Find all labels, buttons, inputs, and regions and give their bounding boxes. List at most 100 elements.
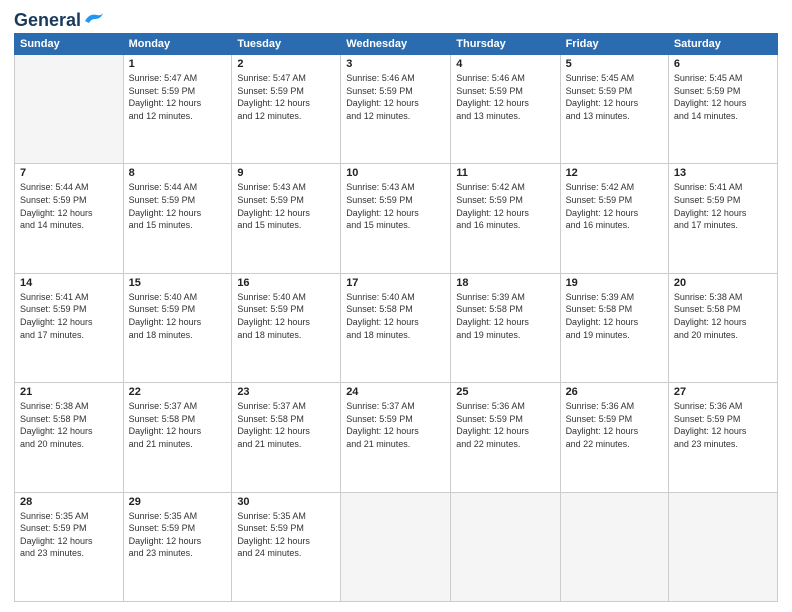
calendar-body: 1 Sunrise: 5:47 AMSunset: 5:59 PMDayligh… [15, 55, 778, 602]
calendar-week-row: 1 Sunrise: 5:47 AMSunset: 5:59 PMDayligh… [15, 55, 778, 164]
day-info: Sunrise: 5:35 AMSunset: 5:59 PMDaylight:… [129, 510, 227, 560]
calendar-cell: 14 Sunrise: 5:41 AMSunset: 5:59 PMDaylig… [15, 273, 124, 382]
day-info: Sunrise: 5:35 AMSunset: 5:59 PMDaylight:… [237, 510, 335, 560]
calendar-cell [668, 492, 777, 601]
day-of-week-header: Sunday [15, 34, 124, 55]
day-info: Sunrise: 5:37 AMSunset: 5:58 PMDaylight:… [129, 400, 227, 450]
calendar-cell: 13 Sunrise: 5:41 AMSunset: 5:59 PMDaylig… [668, 164, 777, 273]
day-number: 26 [566, 386, 663, 398]
day-info: Sunrise: 5:43 AMSunset: 5:59 PMDaylight:… [346, 181, 445, 231]
day-of-week-header: Tuesday [232, 34, 341, 55]
day-info: Sunrise: 5:41 AMSunset: 5:59 PMDaylight:… [20, 291, 118, 341]
day-info: Sunrise: 5:39 AMSunset: 5:58 PMDaylight:… [456, 291, 554, 341]
calendar-cell: 20 Sunrise: 5:38 AMSunset: 5:58 PMDaylig… [668, 273, 777, 382]
day-number: 11 [456, 167, 554, 179]
calendar-cell [341, 492, 451, 601]
day-info: Sunrise: 5:39 AMSunset: 5:58 PMDaylight:… [566, 291, 663, 341]
day-of-week-header: Wednesday [341, 34, 451, 55]
calendar-cell: 4 Sunrise: 5:46 AMSunset: 5:59 PMDayligh… [451, 55, 560, 164]
calendar-cell: 15 Sunrise: 5:40 AMSunset: 5:59 PMDaylig… [123, 273, 232, 382]
day-info: Sunrise: 5:46 AMSunset: 5:59 PMDaylight:… [346, 72, 445, 122]
day-number: 23 [237, 386, 335, 398]
calendar-cell: 17 Sunrise: 5:40 AMSunset: 5:58 PMDaylig… [341, 273, 451, 382]
day-info: Sunrise: 5:36 AMSunset: 5:59 PMDaylight:… [566, 400, 663, 450]
calendar-cell: 2 Sunrise: 5:47 AMSunset: 5:59 PMDayligh… [232, 55, 341, 164]
day-info: Sunrise: 5:43 AMSunset: 5:59 PMDaylight:… [237, 181, 335, 231]
day-number: 15 [129, 277, 227, 289]
calendar-cell: 29 Sunrise: 5:35 AMSunset: 5:59 PMDaylig… [123, 492, 232, 601]
day-number: 3 [346, 58, 445, 70]
day-number: 10 [346, 167, 445, 179]
calendar-table: SundayMondayTuesdayWednesdayThursdayFrid… [14, 33, 778, 602]
day-info: Sunrise: 5:35 AMSunset: 5:59 PMDaylight:… [20, 510, 118, 560]
calendar-cell: 11 Sunrise: 5:42 AMSunset: 5:59 PMDaylig… [451, 164, 560, 273]
day-number: 2 [237, 58, 335, 70]
calendar-cell: 19 Sunrise: 5:39 AMSunset: 5:58 PMDaylig… [560, 273, 668, 382]
day-number: 7 [20, 167, 118, 179]
day-number: 17 [346, 277, 445, 289]
day-info: Sunrise: 5:44 AMSunset: 5:59 PMDaylight:… [129, 181, 227, 231]
day-number: 19 [566, 277, 663, 289]
calendar-cell: 28 Sunrise: 5:35 AMSunset: 5:59 PMDaylig… [15, 492, 124, 601]
day-info: Sunrise: 5:46 AMSunset: 5:59 PMDaylight:… [456, 72, 554, 122]
day-info: Sunrise: 5:42 AMSunset: 5:59 PMDaylight:… [566, 181, 663, 231]
calendar-cell: 7 Sunrise: 5:44 AMSunset: 5:59 PMDayligh… [15, 164, 124, 273]
day-number: 4 [456, 58, 554, 70]
calendar-cell [15, 55, 124, 164]
day-number: 16 [237, 277, 335, 289]
day-number: 24 [346, 386, 445, 398]
calendar-week-row: 14 Sunrise: 5:41 AMSunset: 5:59 PMDaylig… [15, 273, 778, 382]
day-info: Sunrise: 5:40 AMSunset: 5:59 PMDaylight:… [237, 291, 335, 341]
logo: General [14, 10, 105, 27]
day-number: 27 [674, 386, 772, 398]
day-info: Sunrise: 5:44 AMSunset: 5:59 PMDaylight:… [20, 181, 118, 231]
day-of-week-header: Friday [560, 34, 668, 55]
day-info: Sunrise: 5:47 AMSunset: 5:59 PMDaylight:… [129, 72, 227, 122]
day-number: 8 [129, 167, 227, 179]
calendar-cell: 9 Sunrise: 5:43 AMSunset: 5:59 PMDayligh… [232, 164, 341, 273]
day-info: Sunrise: 5:45 AMSunset: 5:59 PMDaylight:… [566, 72, 663, 122]
logo-general: General [14, 10, 81, 31]
day-number: 21 [20, 386, 118, 398]
calendar-cell [451, 492, 560, 601]
day-info: Sunrise: 5:36 AMSunset: 5:59 PMDaylight:… [674, 400, 772, 450]
calendar-week-row: 21 Sunrise: 5:38 AMSunset: 5:58 PMDaylig… [15, 383, 778, 492]
day-number: 22 [129, 386, 227, 398]
day-info: Sunrise: 5:42 AMSunset: 5:59 PMDaylight:… [456, 181, 554, 231]
day-of-week-header: Saturday [668, 34, 777, 55]
calendar-cell: 24 Sunrise: 5:37 AMSunset: 5:59 PMDaylig… [341, 383, 451, 492]
day-number: 9 [237, 167, 335, 179]
day-number: 18 [456, 277, 554, 289]
day-number: 12 [566, 167, 663, 179]
day-info: Sunrise: 5:36 AMSunset: 5:59 PMDaylight:… [456, 400, 554, 450]
calendar-cell: 26 Sunrise: 5:36 AMSunset: 5:59 PMDaylig… [560, 383, 668, 492]
day-info: Sunrise: 5:38 AMSunset: 5:58 PMDaylight:… [20, 400, 118, 450]
calendar-cell: 3 Sunrise: 5:46 AMSunset: 5:59 PMDayligh… [341, 55, 451, 164]
calendar-cell: 18 Sunrise: 5:39 AMSunset: 5:58 PMDaylig… [451, 273, 560, 382]
day-of-week-header: Monday [123, 34, 232, 55]
day-number: 6 [674, 58, 772, 70]
calendar-cell: 6 Sunrise: 5:45 AMSunset: 5:59 PMDayligh… [668, 55, 777, 164]
calendar-cell: 1 Sunrise: 5:47 AMSunset: 5:59 PMDayligh… [123, 55, 232, 164]
calendar-cell: 30 Sunrise: 5:35 AMSunset: 5:59 PMDaylig… [232, 492, 341, 601]
logo-bird-icon [83, 11, 105, 29]
day-of-week-header: Thursday [451, 34, 560, 55]
calendar-cell: 8 Sunrise: 5:44 AMSunset: 5:59 PMDayligh… [123, 164, 232, 273]
calendar-week-row: 28 Sunrise: 5:35 AMSunset: 5:59 PMDaylig… [15, 492, 778, 601]
day-number: 5 [566, 58, 663, 70]
calendar-cell: 12 Sunrise: 5:42 AMSunset: 5:59 PMDaylig… [560, 164, 668, 273]
calendar-week-row: 7 Sunrise: 5:44 AMSunset: 5:59 PMDayligh… [15, 164, 778, 273]
calendar-cell [560, 492, 668, 601]
day-number: 25 [456, 386, 554, 398]
calendar-cell: 16 Sunrise: 5:40 AMSunset: 5:59 PMDaylig… [232, 273, 341, 382]
header: General [14, 10, 778, 27]
calendar-cell: 10 Sunrise: 5:43 AMSunset: 5:59 PMDaylig… [341, 164, 451, 273]
day-number: 30 [237, 496, 335, 508]
day-info: Sunrise: 5:40 AMSunset: 5:58 PMDaylight:… [346, 291, 445, 341]
day-number: 13 [674, 167, 772, 179]
day-number: 14 [20, 277, 118, 289]
day-info: Sunrise: 5:47 AMSunset: 5:59 PMDaylight:… [237, 72, 335, 122]
day-info: Sunrise: 5:38 AMSunset: 5:58 PMDaylight:… [674, 291, 772, 341]
day-info: Sunrise: 5:40 AMSunset: 5:59 PMDaylight:… [129, 291, 227, 341]
calendar-cell: 21 Sunrise: 5:38 AMSunset: 5:58 PMDaylig… [15, 383, 124, 492]
